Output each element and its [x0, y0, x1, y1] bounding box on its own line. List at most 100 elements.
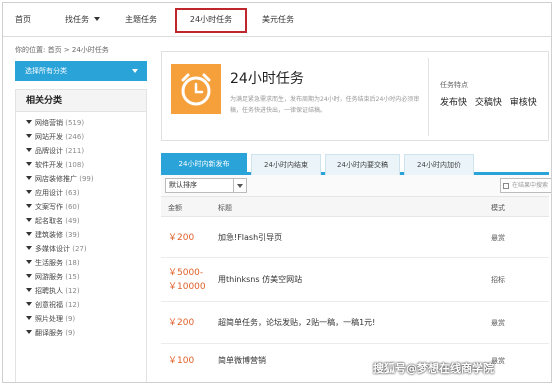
task-mode: 悬赏 [491, 234, 505, 242]
category-list: 网络营销 (519) 网站开发 (246) 品牌设计 (211) 软件开发 (108)… [16, 112, 146, 340]
sort-select-label: 默认排序 [169, 181, 197, 189]
category-item[interactable]: 生活服务 (18) [26, 256, 146, 270]
select-divider [233, 179, 234, 192]
category-label: 生活服务 [35, 259, 63, 267]
category-count: (60) [65, 203, 80, 211]
caret-down-icon [26, 260, 32, 264]
category-count: (108) [65, 161, 85, 169]
feature-item: 发布快 [440, 98, 468, 108]
task-title-link[interactable]: 加急!Flash引导页 [218, 232, 282, 243]
breadcrumb: 你的位置: 首页 > 24小时任务 [15, 46, 109, 54]
category-item[interactable]: 翻译服务 (9) [26, 326, 146, 340]
caret-down-icon [26, 204, 32, 208]
category-label: 软件开发 [35, 161, 63, 169]
category-label: 网站开发 [35, 133, 63, 141]
category-label: 建筑装修 [35, 231, 63, 239]
task-title-link[interactable]: 超简单任务，论坛发贴，2贴一稿，一稿1元! [218, 317, 375, 328]
category-item[interactable]: 招聘执人 (12) [26, 284, 146, 298]
category-select-label: 选择所有分类 [25, 67, 67, 75]
category-item[interactable]: 应用设计 (63) [26, 186, 146, 200]
task-amount: ￥200 [168, 233, 195, 243]
task-title-link[interactable]: 简单微博营销 [218, 355, 266, 366]
category-label: 招聘执人 [35, 287, 63, 295]
nav-theme-task[interactable]: 主题任务 [125, 14, 157, 25]
tab-raise-24h[interactable]: 24小时内加价 [404, 154, 474, 175]
category-count: (9) [65, 315, 76, 323]
category-item[interactable]: 多媒体设计 (27) [26, 242, 146, 256]
category-panel: 相关分类 网络营销 (519) 网站开发 (246) 品牌设计 (211) 软件开发 … [15, 89, 147, 382]
category-count: (211) [65, 147, 85, 155]
sort-select[interactable]: 默认排序 [165, 178, 247, 193]
chevron-down-icon [93, 17, 100, 21]
category-count: (63) [65, 189, 80, 197]
category-label: 翻译服务 [35, 329, 63, 337]
category-label: 网游服务 [35, 273, 63, 281]
checkbox-icon[interactable] [503, 183, 509, 189]
caret-down-icon [26, 288, 32, 292]
tab-new-24h[interactable]: 24小时内新发布 [161, 153, 247, 175]
filter-bar: 默认排序 在结果中搜索 [161, 175, 551, 197]
task-tabs: 24小时内新发布 24小时内结束 24小时内要交稿 24小时内加价 [161, 151, 549, 175]
category-count: (39) [65, 231, 80, 239]
category-count: (99) [79, 175, 94, 183]
category-item[interactable]: 软件开发 (108) [26, 158, 146, 172]
search-placeholder: 在结果中搜索 [512, 182, 549, 189]
category-item[interactable]: 网游服务 (15) [26, 270, 146, 284]
category-count: (12) [65, 287, 80, 295]
nav-24h-task[interactable]: 24小时任务 [175, 8, 247, 33]
watermark: 搜狐号@梦想在线商学院 [373, 362, 494, 375]
category-label: 创意祝福 [35, 301, 63, 309]
hero-divider [428, 58, 429, 136]
category-item[interactable]: 创意祝福 (12) [26, 298, 146, 312]
hero-title: 24小时任务 [230, 71, 304, 87]
search-in-results[interactable]: 在结果中搜索 [500, 178, 551, 193]
table-row[interactable]: ￥5000- ￥10000 用thinksns 仿美空网站 招标 [161, 258, 549, 302]
table-row[interactable]: ￥200 加急!Flash引导页 悬赏 [161, 218, 549, 258]
category-item[interactable]: 建筑装修 (39) [26, 228, 146, 242]
category-select[interactable]: 选择所有分类 [15, 61, 147, 81]
task-amount: ￥100 [168, 356, 195, 366]
category-label: 网络营销 [35, 119, 63, 127]
task-title-link[interactable]: 用thinksns 仿美空网站 [218, 274, 302, 285]
tab-ending-24h[interactable]: 24小时内结束 [251, 154, 321, 175]
chevron-down-icon [132, 69, 138, 73]
caret-down-icon [26, 218, 32, 222]
category-item[interactable]: 照片处理 (9) [26, 312, 146, 326]
category-panel-title: 相关分类 [16, 90, 146, 112]
category-item[interactable]: 网店装修推广 (99) [26, 172, 146, 186]
category-item[interactable]: 起名取名 (49) [26, 214, 146, 228]
table-row[interactable]: ￥200 超简单任务，论坛发贴，2贴一稿，一稿1元! 悬赏 [161, 302, 549, 344]
top-nav: 首页 找任务 主题任务 24小时任务 美元任务 [3, 3, 551, 37]
nav-home[interactable]: 首页 [15, 14, 31, 25]
category-item[interactable]: 品牌设计 (211) [26, 144, 146, 158]
category-label: 文案写作 [35, 203, 63, 211]
nav-find-task-label: 找任务 [65, 15, 89, 24]
nav-dollar-task[interactable]: 美元任务 [262, 14, 294, 25]
category-item[interactable]: 网站开发 (246) [26, 130, 146, 144]
category-count: (519) [65, 119, 85, 127]
tab-submit-24h[interactable]: 24小时内要交稿 [325, 154, 400, 175]
category-item[interactable]: 文案写作 (60) [26, 200, 146, 214]
task-mode: 悬赏 [491, 319, 505, 327]
category-item[interactable]: 网络营销 (519) [26, 116, 146, 130]
category-label: 品牌设计 [35, 147, 63, 155]
caret-down-icon [26, 302, 32, 306]
alarm-clock-icon [171, 64, 221, 114]
category-label: 起名取名 [35, 217, 63, 225]
nav-find-task[interactable]: 找任务 [65, 14, 103, 25]
hero-banner: 24小时任务 为满足紧急需求而生，发布周期为24小时，任务结束后24小时内必须审… [161, 51, 549, 141]
caret-down-icon [26, 316, 32, 320]
feature-item: 交稿快 [474, 98, 502, 108]
caret-down-icon [26, 176, 32, 180]
feature-item: 审核快 [509, 98, 537, 108]
features-label: 任务特点 [440, 81, 468, 89]
caret-down-icon [26, 232, 32, 236]
caret-down-icon [26, 330, 32, 334]
category-count: (246) [65, 133, 85, 141]
category-count: (9) [65, 329, 76, 337]
task-amount: ￥200 [168, 318, 195, 328]
category-label: 照片处理 [35, 315, 63, 323]
task-mode: 招标 [491, 276, 505, 284]
caret-down-icon [26, 246, 32, 250]
caret-down-icon [26, 134, 32, 138]
